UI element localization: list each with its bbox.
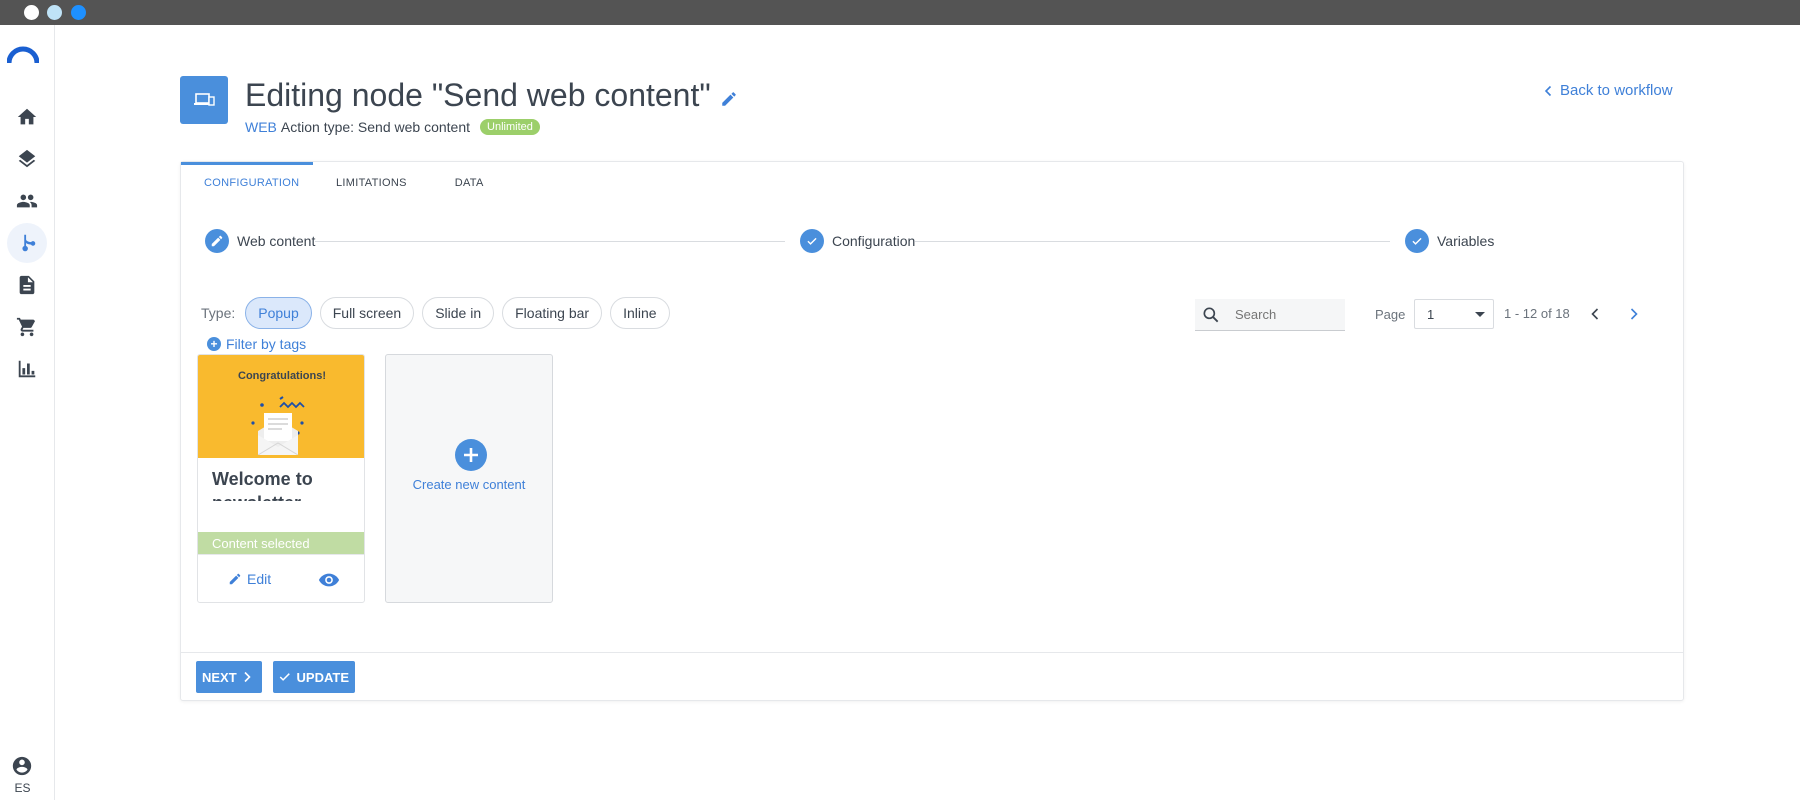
action-type-label: Action type: Send web content [280,119,471,135]
window-close-button[interactable] [24,5,39,20]
sidebar-item-layers[interactable] [7,139,47,179]
next-button[interactable]: NEXT [196,661,262,693]
chevron-right-icon [244,671,251,683]
content-thumbnail: Congratulations! [198,355,364,458]
page-label: Page [1375,307,1406,322]
search-icon [1203,307,1219,322]
edit-label: Edit [247,571,272,587]
document-icon [19,275,35,295]
edit-content-button[interactable]: Edit [228,571,271,587]
card-footer: NEXT UPDATE [181,652,1683,701]
check-icon [1412,237,1422,245]
content-tile[interactable]: Congratulations! Welcome to newsletter C… [197,354,365,603]
type-chip-inline[interactable]: Inline [610,297,670,329]
chevron-down-icon [1475,312,1485,317]
search-input[interactable] [1235,307,1335,322]
update-label: UPDATE [296,669,349,685]
user-account-button[interactable] [2,753,42,779]
preview-eye-icon[interactable] [318,570,340,590]
step-connector [315,241,785,242]
sidebar-item-cart[interactable] [7,307,47,347]
progress-stepper: Web content Configuration Variables [205,229,1660,255]
sidebar-item-home[interactable] [7,97,47,137]
type-chip-full-screen[interactable]: Full screen [319,297,415,329]
main-content: Editing node "Send web content" WEB Acti… [56,25,1800,800]
sidebar-item-analytics[interactable] [7,349,47,389]
back-to-workflow-link[interactable]: Back to workflow [1544,82,1673,99]
page-title: Editing node "Send web content" [245,77,711,113]
channel-label: WEB [245,119,277,135]
update-button[interactable]: UPDATE [273,661,355,693]
workflow-icon [22,234,36,252]
filter-by-tags-link[interactable]: + Filter by tags [207,336,306,352]
step-web-content[interactable]: Web content [205,229,316,253]
tab-configuration[interactable]: CONFIGURATION [181,162,313,200]
cart-icon [16,317,36,337]
page-select[interactable]: 1 [1414,299,1494,329]
devices-icon [194,93,215,106]
next-page-button[interactable] [1624,304,1644,324]
sidebar-item-people[interactable] [7,181,47,221]
sidebar-item-documents[interactable] [7,265,47,305]
node-editor-card: CONFIGURATION LIMITATIONS DATA Web conte… [180,161,1684,701]
step-label: Web content [237,233,316,249]
layers-icon [18,149,36,168]
web-channel-badge [180,76,228,124]
next-label: NEXT [202,669,237,685]
step-connector [910,241,1390,242]
step-label: Configuration [832,233,916,249]
window-maximize-button[interactable] [71,5,86,20]
pencil-icon[interactable] [720,90,738,108]
sidebar: ES [0,25,55,800]
chevron-left-icon [1544,85,1552,96]
step-configuration[interactable]: Configuration [800,229,916,253]
pencil-icon [229,573,241,585]
home-icon [17,108,37,125]
type-filter: Type: Popup Full screen Slide in Floatin… [201,297,670,329]
plus-circle-icon [455,439,487,471]
window-titlebar [0,0,1800,25]
sidebar-item-workflow[interactable] [7,223,47,263]
node-subtitle: WEB Action type: Send web content Unlimi… [245,119,540,135]
type-chip-floating-bar[interactable]: Floating bar [502,297,603,329]
brand-logo[interactable] [7,45,39,65]
language-label[interactable]: ES [0,781,45,795]
plus-circle-icon: + [207,337,221,351]
window-minimize-button[interactable] [47,5,62,20]
pencil-icon [211,235,223,247]
type-label: Type: [201,305,236,321]
check-icon [279,673,290,681]
tab-data[interactable]: DATA [431,162,508,200]
filter-tags-label: Filter by tags [226,336,307,352]
create-new-content-tile[interactable]: Create new content [385,354,553,603]
prev-page-button[interactable] [1585,304,1605,324]
page-select-value: 1 [1427,307,1435,322]
step-label: Variables [1437,233,1495,249]
back-link-label: Back to workflow [1560,82,1673,99]
envelope-confetti-icon [251,396,305,455]
bar-chart-icon [18,360,36,378]
search-box [1195,299,1345,331]
pagination-range: 1 - 12 of 18 [1504,306,1570,321]
type-chip-slide-in[interactable]: Slide in [422,297,495,329]
account-circle-icon [12,756,32,776]
content-selected-indicator: Content selected [198,532,364,554]
check-icon [807,237,817,245]
thumbnail-title: Congratulations! [238,370,326,382]
tile-actions: Edit [198,554,364,602]
tab-limitations[interactable]: LIMITATIONS [313,162,431,200]
status-badge: Unlimited [480,119,540,135]
content-name: Welcome to newsletter [212,469,313,501]
type-chip-popup[interactable]: Popup [245,297,312,329]
people-icon [16,194,38,208]
tab-bar: CONFIGURATION LIMITATIONS DATA [181,162,508,200]
step-variables[interactable]: Variables [1405,229,1495,253]
create-new-content-label: Create new content [412,477,526,492]
